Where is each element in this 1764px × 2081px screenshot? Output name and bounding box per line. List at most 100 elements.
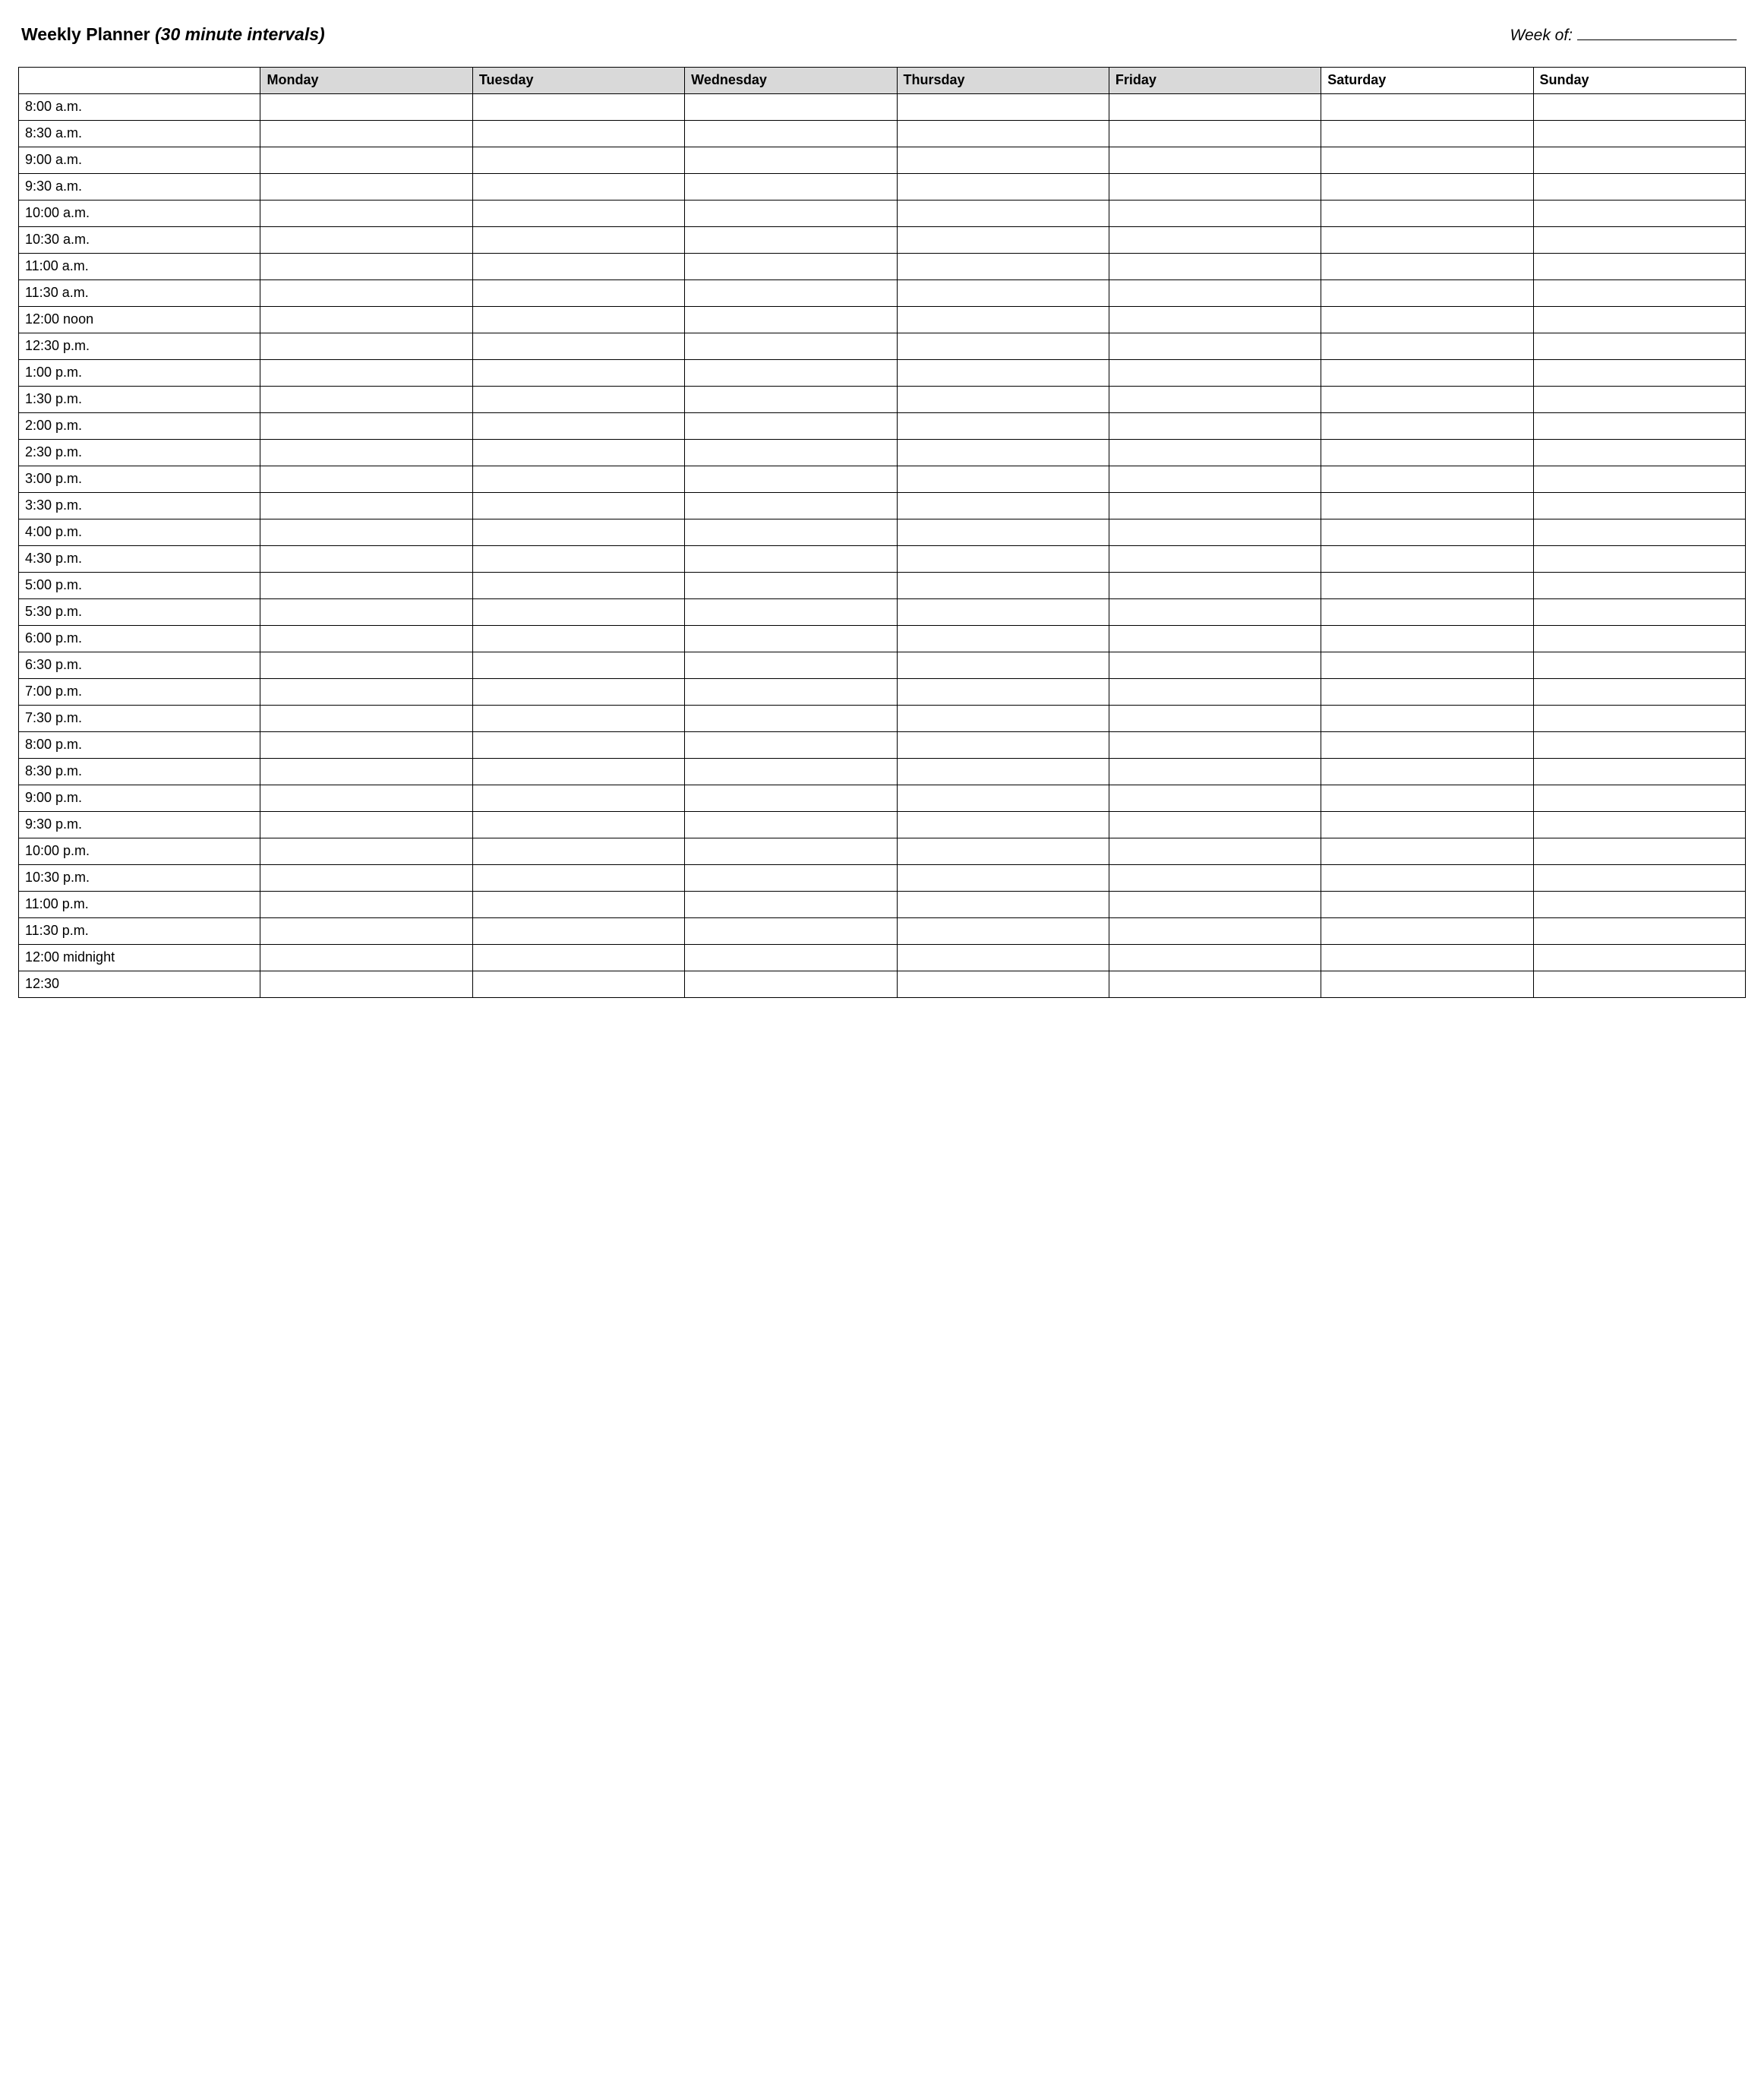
planner-cell[interactable] [897,864,1109,891]
planner-cell[interactable] [685,731,897,758]
planner-cell[interactable] [260,625,472,652]
planner-cell[interactable] [260,545,472,572]
planner-cell[interactable] [472,173,684,200]
planner-cell[interactable] [472,439,684,466]
planner-cell[interactable] [1533,891,1745,917]
planner-cell[interactable] [1109,838,1321,864]
planner-cell[interactable] [685,572,897,598]
planner-cell[interactable] [1533,120,1745,147]
planner-cell[interactable] [1533,359,1745,386]
planner-cell[interactable] [1533,731,1745,758]
planner-cell[interactable] [685,386,897,412]
planner-cell[interactable] [685,811,897,838]
planner-cell[interactable] [260,120,472,147]
planner-cell[interactable] [685,971,897,997]
planner-cell[interactable] [1321,545,1533,572]
planner-cell[interactable] [1109,306,1321,333]
planner-cell[interactable] [260,785,472,811]
planner-cell[interactable] [1109,439,1321,466]
planner-cell[interactable] [1109,917,1321,944]
planner-cell[interactable] [1321,971,1533,997]
planner-cell[interactable] [260,891,472,917]
planner-cell[interactable] [472,226,684,253]
planner-cell[interactable] [1109,279,1321,306]
planner-cell[interactable] [260,306,472,333]
planner-cell[interactable] [685,758,897,785]
planner-cell[interactable] [260,864,472,891]
planner-cell[interactable] [472,279,684,306]
planner-cell[interactable] [1109,253,1321,279]
planner-cell[interactable] [472,545,684,572]
planner-cell[interactable] [1533,785,1745,811]
planner-cell[interactable] [1109,731,1321,758]
planner-cell[interactable] [1321,173,1533,200]
week-of-input-line[interactable] [1577,23,1737,40]
planner-cell[interactable] [1321,598,1533,625]
planner-cell[interactable] [685,200,897,226]
planner-cell[interactable] [1109,226,1321,253]
planner-cell[interactable] [1533,838,1745,864]
planner-cell[interactable] [897,147,1109,173]
planner-cell[interactable] [1109,333,1321,359]
planner-cell[interactable] [472,519,684,545]
planner-cell[interactable] [897,917,1109,944]
planner-cell[interactable] [897,944,1109,971]
planner-cell[interactable] [260,279,472,306]
planner-cell[interactable] [472,864,684,891]
planner-cell[interactable] [685,412,897,439]
planner-cell[interactable] [1321,200,1533,226]
planner-cell[interactable] [897,971,1109,997]
planner-cell[interactable] [897,359,1109,386]
planner-cell[interactable] [1321,359,1533,386]
planner-cell[interactable] [1321,731,1533,758]
planner-cell[interactable] [1533,572,1745,598]
planner-cell[interactable] [472,944,684,971]
planner-cell[interactable] [897,785,1109,811]
planner-cell[interactable] [1109,200,1321,226]
planner-cell[interactable] [260,466,472,492]
planner-cell[interactable] [472,200,684,226]
planner-cell[interactable] [1533,439,1745,466]
planner-cell[interactable] [1109,944,1321,971]
planner-cell[interactable] [472,93,684,120]
planner-cell[interactable] [685,678,897,705]
planner-cell[interactable] [897,173,1109,200]
planner-cell[interactable] [260,519,472,545]
planner-cell[interactable] [472,120,684,147]
planner-cell[interactable] [685,306,897,333]
planner-cell[interactable] [897,519,1109,545]
planner-cell[interactable] [260,333,472,359]
planner-cell[interactable] [1533,226,1745,253]
planner-cell[interactable] [897,625,1109,652]
planner-cell[interactable] [1109,811,1321,838]
planner-cell[interactable] [1109,864,1321,891]
planner-cell[interactable] [897,838,1109,864]
planner-cell[interactable] [1109,705,1321,731]
planner-cell[interactable] [472,492,684,519]
planner-cell[interactable] [472,466,684,492]
planner-cell[interactable] [260,944,472,971]
planner-cell[interactable] [685,519,897,545]
planner-cell[interactable] [685,466,897,492]
planner-cell[interactable] [685,333,897,359]
planner-cell[interactable] [685,864,897,891]
planner-cell[interactable] [1109,93,1321,120]
planner-cell[interactable] [1533,147,1745,173]
planner-cell[interactable] [685,279,897,306]
planner-cell[interactable] [897,652,1109,678]
planner-cell[interactable] [897,386,1109,412]
planner-cell[interactable] [897,439,1109,466]
planner-cell[interactable] [1321,785,1533,811]
planner-cell[interactable] [1533,412,1745,439]
planner-cell[interactable] [260,731,472,758]
planner-cell[interactable] [1321,306,1533,333]
planner-cell[interactable] [1321,678,1533,705]
planner-cell[interactable] [1533,944,1745,971]
planner-cell[interactable] [1533,705,1745,731]
planner-cell[interactable] [472,785,684,811]
planner-cell[interactable] [1109,147,1321,173]
planner-cell[interactable] [472,306,684,333]
planner-cell[interactable] [1321,253,1533,279]
planner-cell[interactable] [1533,333,1745,359]
planner-cell[interactable] [1533,758,1745,785]
